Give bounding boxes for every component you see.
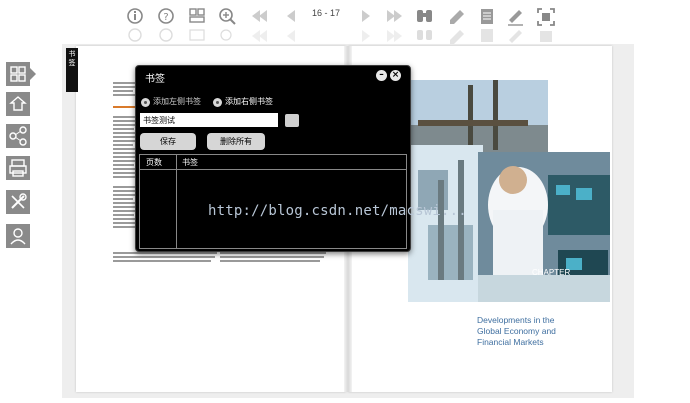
bookmark-tab[interactable]: 书 签: [66, 48, 78, 92]
tools-icon[interactable]: [6, 190, 30, 214]
chapter-title-line-2: Global Economy and: [477, 326, 556, 336]
chapter-title: Developments in the Global Economy and F…: [477, 315, 556, 348]
first-page-icon[interactable]: [248, 6, 270, 46]
delete-all-button[interactable]: 删除所有: [207, 133, 265, 150]
column-divider: [176, 155, 177, 248]
radio-add-right[interactable]: [213, 98, 222, 107]
save-button[interactable]: 保存: [140, 133, 196, 150]
thumbnails-icon[interactable]: [186, 6, 208, 46]
radio-add-left-label: 添加左侧书签: [153, 97, 201, 106]
last-page-icon[interactable]: [384, 6, 406, 46]
bookmark-dialog: 书签 – × 添加左侧书签 添加右侧书签 保存 删除所有 页数 书签: [135, 65, 411, 252]
page-indicator: 16 - 17: [311, 8, 341, 18]
bookmark-name-input[interactable]: [140, 113, 278, 127]
fullscreen-icon[interactable]: [535, 6, 557, 46]
next-page-icon[interactable]: [354, 6, 376, 46]
layout-icon[interactable]: [6, 62, 30, 86]
dialog-title: 书签: [145, 74, 165, 85]
rail-pointer: [30, 68, 36, 80]
user-icon[interactable]: [6, 224, 30, 248]
minimize-icon[interactable]: –: [376, 70, 387, 81]
radio-add-left[interactable]: [141, 98, 150, 107]
network-icon[interactable]: [6, 124, 30, 148]
top-toolbar: ? 16 - 17: [0, 0, 690, 48]
print-icon[interactable]: [6, 156, 30, 180]
binoculars-icon[interactable]: [414, 6, 436, 46]
left-sidebar: [0, 48, 36, 403]
left-page-text-column: [113, 80, 137, 230]
bookmark-tab-label: 书 签: [68, 50, 76, 67]
column-header-page: 页数: [146, 158, 162, 167]
chapter-label: CHAPTER: [532, 268, 571, 277]
prev-page-icon[interactable]: [281, 6, 303, 46]
pen-icon[interactable]: [505, 6, 527, 46]
watermark-text: http://blog.csdn.net/macswi...: [208, 203, 467, 219]
help-icon[interactable]: ?: [155, 6, 177, 46]
svg-text:?: ?: [163, 12, 168, 23]
info-icon[interactable]: [124, 6, 146, 46]
document-icon[interactable]: [476, 6, 498, 46]
chapter-photo: [408, 80, 610, 305]
edit-icon[interactable]: [446, 6, 468, 46]
chapter-title-line-3: Financial Markets: [477, 337, 544, 347]
share-icon[interactable]: [6, 92, 30, 116]
color-picker-button[interactable]: [285, 114, 299, 127]
column-header-bookmark: 书签: [182, 158, 198, 167]
radio-add-right-label: 添加右侧书签: [225, 97, 273, 106]
close-icon[interactable]: ×: [390, 70, 401, 81]
chapter-title-line-1: Developments in the: [477, 315, 555, 325]
left-page-bottom-text-2: [220, 250, 326, 264]
zoom-in-icon[interactable]: [217, 6, 239, 46]
bookmark-table: 页数 书签: [139, 154, 407, 249]
left-page-bottom-text: [113, 250, 217, 264]
header-divider: [140, 169, 406, 170]
